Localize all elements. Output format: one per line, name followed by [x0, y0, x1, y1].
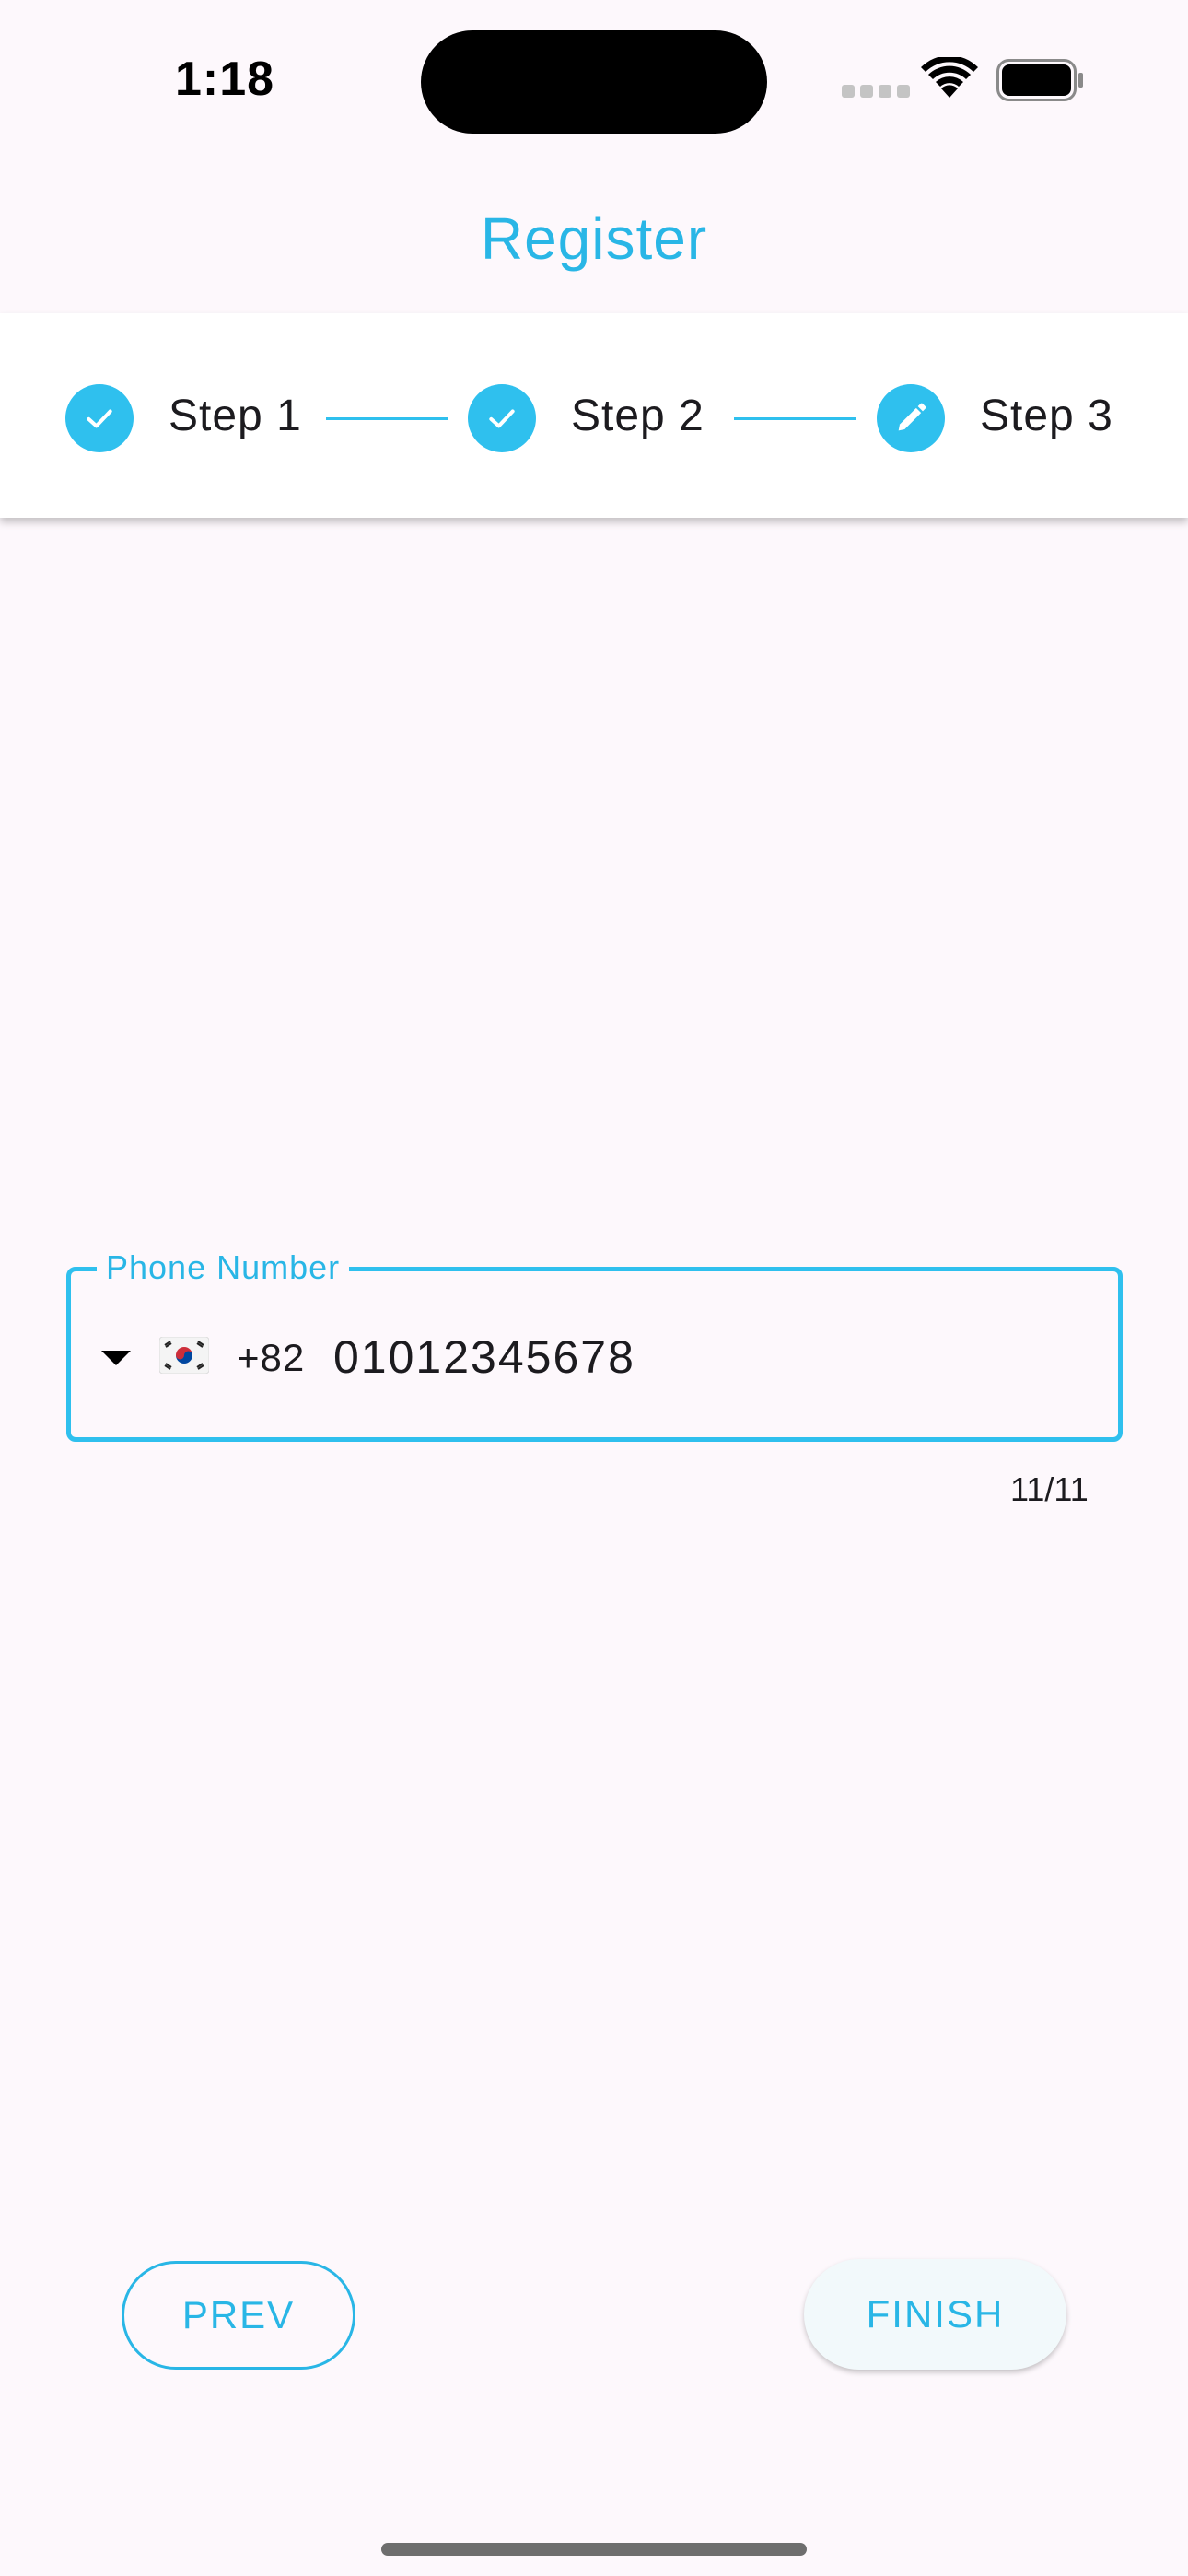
- dynamic-island: [421, 30, 767, 134]
- phone-number-input[interactable]: 01012345678: [333, 1330, 635, 1384]
- prev-button[interactable]: PREV: [122, 2261, 355, 2370]
- page-title: Register: [480, 205, 708, 272]
- step-3-label[interactable]: Step 3: [980, 391, 1113, 441]
- step-connector: [734, 417, 856, 420]
- step-3-pencil-icon[interactable]: [877, 384, 945, 452]
- country-dropdown-arrow-icon[interactable]: [101, 1351, 131, 1365]
- stepper: Step 1 Step 2 Step 3: [0, 313, 1188, 518]
- character-counter: 11/11: [1010, 1470, 1089, 1508]
- south-korea-flag-icon[interactable]: [159, 1337, 209, 1374]
- register-screen: 1:18 Register Step 1 Step 2 Step 3 Phone…: [0, 0, 1188, 2576]
- check-icon: [489, 409, 515, 428]
- check-icon: [87, 409, 112, 428]
- country-dial-code[interactable]: +82: [237, 1336, 305, 1380]
- step-1-label[interactable]: Step 1: [169, 391, 302, 441]
- step-1-check-icon[interactable]: [65, 384, 134, 452]
- status-time: 1:18: [175, 53, 275, 106]
- home-indicator[interactable]: [381, 2543, 807, 2556]
- wifi-icon: [921, 57, 978, 98]
- phone-number-label: Phone Number: [97, 1248, 350, 1287]
- finish-button[interactable]: FINISH: [804, 2259, 1066, 2370]
- step-2-label[interactable]: Step 2: [571, 391, 705, 441]
- pencil-icon: [898, 403, 926, 431]
- battery-icon: [996, 59, 1083, 101]
- step-connector: [326, 417, 448, 420]
- step-2-check-icon[interactable]: [468, 384, 536, 452]
- phone-number-field[interactable]: Phone Number +82 01012345678: [66, 1248, 1123, 1442]
- cellular-signal-icon: [842, 85, 910, 98]
